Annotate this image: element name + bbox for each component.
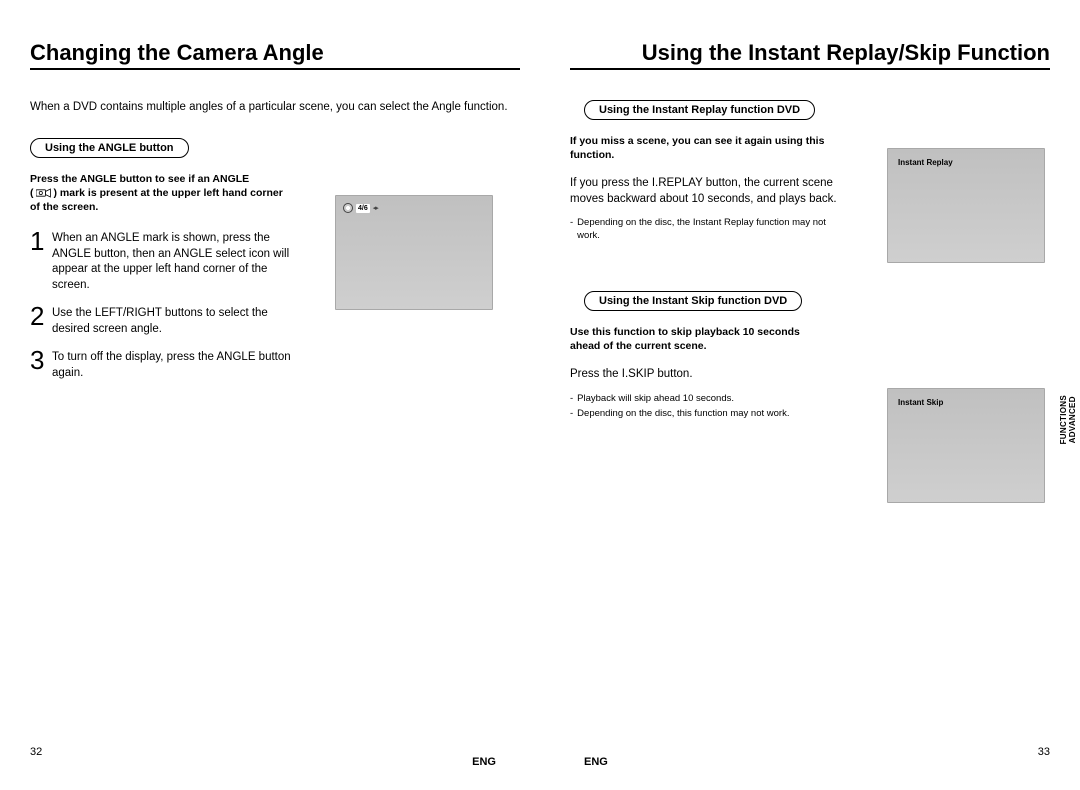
step-text: When an ANGLE mark is shown, press the A… [52,228,300,293]
screen-thumbnail-angle: 4/6 ◂▸ [335,195,493,310]
step-text: Use the LEFT/RIGHT buttons to select the… [52,303,300,337]
skip-body: Press the I.SKIP button. [570,367,850,383]
step-text: To turn off the display, press the ANGLE… [52,347,300,381]
section-side-tab: FUNCTIONS ADVANCED [1059,395,1077,444]
language-label-left: ENG [472,756,496,768]
thumbnail-label-replay: Instant Replay [898,158,953,167]
section-pill-angle: Using the ANGLE button [30,138,189,158]
page-number-right: 33 [1038,746,1050,758]
skip-bold-note: Use this function to skip playback 10 se… [570,325,830,353]
page-33: Using the Instant Replay/Skip Function U… [540,0,1080,790]
replay-notes: Depending on the disc, the Instant Repla… [570,217,830,243]
screen-thumbnail-replay: Instant Replay [887,148,1045,263]
side-tab-line-b: FUNCTIONS [1059,395,1068,444]
osd-arrows-icon: ◂▸ [373,204,378,212]
page-32: Changing the Camera Angle When a DVD con… [0,0,540,790]
angle-bold-note: Press the ANGLE button to see if an ANGL… [30,172,290,215]
replay-bold-note: If you miss a scene, you can see it agai… [570,134,830,162]
angle-note-part-a: Press the ANGLE button to see if an ANGL… [30,173,249,185]
step-number: 2 [30,303,52,329]
screen-thumbnail-skip: Instant Skip [887,388,1045,503]
page-title-left: Changing the Camera Angle [30,40,520,70]
skip-notes: Playback will skip ahead 10 seconds. Dep… [570,393,830,421]
side-tab-line-a: ADVANCED [1068,395,1077,444]
language-label-right: ENG [584,756,608,768]
angle-note-part-b: ) mark is present at the upper left hand… [30,187,283,213]
angle-osd-value: 4/6 [356,204,370,213]
step-2: 2 Use the LEFT/RIGHT buttons to select t… [30,303,300,337]
page-spread: Changing the Camera Angle When a DVD con… [0,0,1080,790]
page-number-left: 32 [30,746,42,758]
replay-note-1: Depending on the disc, the Instant Repla… [570,217,830,243]
step-number: 3 [30,347,52,373]
intro-text: When a DVD contains multiple angles of a… [30,100,520,116]
section-pill-replay: Using the Instant Replay function DVD [584,100,815,120]
thumbnail-label-skip: Instant Skip [898,398,943,407]
step-number: 1 [30,228,52,254]
step-1: 1 When an ANGLE mark is shown, press the… [30,228,300,293]
disc-icon [343,203,353,213]
angle-osd: 4/6 ◂▸ [343,203,378,213]
skip-note-2: Depending on the disc, this function may… [570,408,830,421]
section-pill-skip: Using the Instant Skip function DVD [584,291,802,311]
page-title-right: Using the Instant Replay/Skip Function [570,40,1050,70]
step-3: 3 To turn off the display, press the ANG… [30,347,300,381]
skip-note-1: Playback will skip ahead 10 seconds. [570,393,830,406]
camera-icon [36,188,52,198]
replay-body: If you press the I.REPLAY button, the cu… [570,176,850,207]
